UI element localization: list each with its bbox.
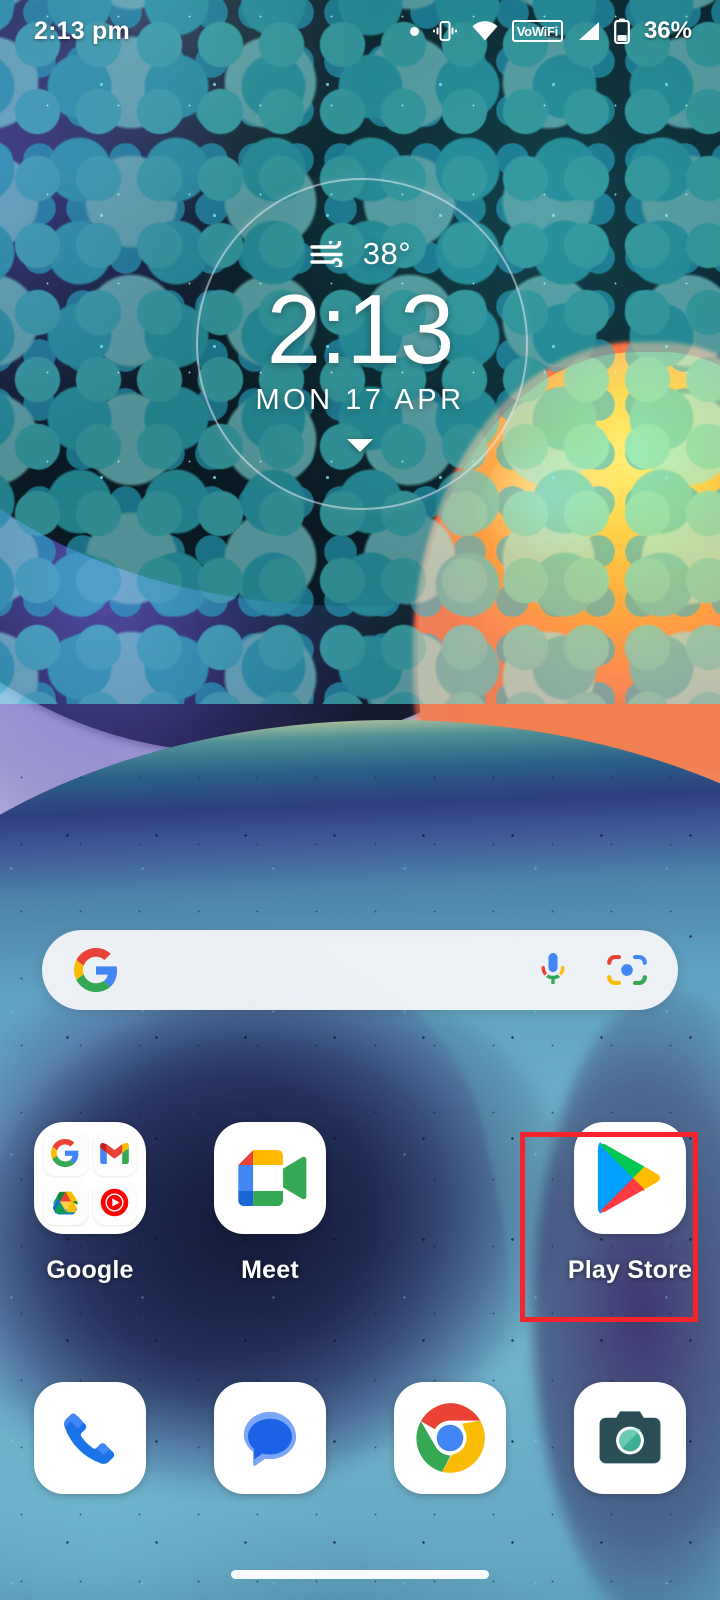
home-gesture-pill[interactable] — [231, 1570, 489, 1579]
clock-time[interactable]: 2:13 — [0, 277, 720, 382]
app-label-google: Google — [46, 1256, 134, 1284]
app-grid: Google Meet Play Store — [0, 1122, 720, 1285]
battery-percentage: 36% — [643, 17, 692, 44]
google-meet-icon[interactable] — [214, 1122, 326, 1234]
chrome-icon[interactable] — [394, 1382, 506, 1494]
dock-item-phone[interactable] — [0, 1382, 180, 1494]
youtube-icon — [92, 1180, 137, 1225]
messages-icon[interactable] — [214, 1382, 326, 1494]
camera-icon[interactable] — [574, 1382, 686, 1494]
status-bar-clock: 2:13 pm — [34, 16, 130, 45]
vibrate-icon — [432, 21, 457, 41]
google-lens-camera-icon[interactable] — [606, 950, 648, 990]
app-item-meet[interactable]: Meet — [180, 1122, 360, 1285]
vowifi-badge: VoWiFi — [511, 20, 563, 42]
dock — [0, 1382, 720, 1494]
app-label-meet: Meet — [241, 1256, 299, 1284]
google-g-icon — [74, 948, 118, 992]
weather-row[interactable]: 38° — [0, 236, 720, 272]
app-label-play-store: Play Store — [567, 1256, 693, 1284]
status-bar-icons: VoWiFi 36% — [409, 17, 692, 45]
dock-item-chrome[interactable] — [360, 1382, 540, 1494]
wind-icon — [310, 241, 343, 267]
status-bar[interactable]: 2:13 pm VoWiFi 36% — [0, 0, 720, 62]
weather-temperature: 38° — [362, 236, 412, 271]
app-item-google-folder[interactable]: Google — [0, 1122, 180, 1285]
google-search-icon — [43, 1131, 88, 1176]
google-folder-icon[interactable] — [34, 1122, 146, 1234]
android-home-screen: 2:13 pm VoWiFi 36% 38° 2:13 MON 17 APR G… — [0, 0, 720, 1600]
gmail-icon — [92, 1131, 137, 1176]
google-drive-icon — [43, 1180, 88, 1225]
signal-icon — [578, 22, 599, 40]
notification-dot-icon — [409, 26, 419, 36]
clock-date[interactable]: MON 17 APR — [0, 384, 720, 417]
dock-item-messages[interactable] — [180, 1382, 360, 1494]
google-play-store-icon[interactable] — [574, 1122, 686, 1234]
chevron-down-icon[interactable] — [347, 438, 373, 452]
phone-icon[interactable] — [34, 1382, 146, 1494]
dock-item-camera[interactable] — [540, 1382, 720, 1494]
app-item-play-store[interactable]: Play Store — [540, 1122, 720, 1285]
battery-icon — [614, 18, 630, 44]
wifi-icon — [472, 21, 498, 41]
app-slot-empty — [360, 1122, 540, 1285]
microphone-icon[interactable] — [536, 950, 570, 990]
google-search-bar[interactable] — [42, 930, 678, 1010]
clock-widget[interactable]: 38° 2:13 MON 17 APR — [0, 236, 720, 452]
